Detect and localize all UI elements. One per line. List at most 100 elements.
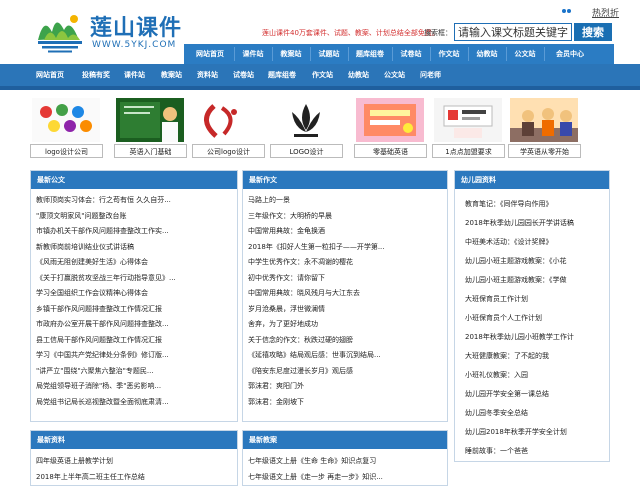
list-item[interactable]: 2018年秋季幼儿园园长开学讲话稿 xyxy=(455,214,609,233)
list-item[interactable]: 关于信念的作文：秋跌过硬的翅膀 xyxy=(243,333,447,349)
list-item[interactable]: 中班美术活动：《设计奖牌》 xyxy=(455,233,609,252)
list-item[interactable]: 2018年《扣好人生第一粒扣子——开学第... xyxy=(243,240,447,256)
list-item[interactable]: 睡前故事：一个爸爸 xyxy=(455,442,609,461)
list-item[interactable]: 四年级英语上册教学计划 xyxy=(31,453,237,469)
slogan-text: 莲山课件40万套课件、试题、教案、计划总结全部免费。 xyxy=(262,29,439,37)
kindergarten-panel: 幼儿园资料 教育笔记：《同伴导向作用》 2018年秋季幼儿园园长开学讲话稿 中班… xyxy=(454,170,610,462)
promo-item[interactable]: 零基础英语 xyxy=(354,98,427,162)
search-button[interactable]: 搜索 xyxy=(574,23,612,41)
main-nav-home[interactable]: 网站首页 xyxy=(36,64,64,86)
list-item[interactable]: 市政府办公室开展干部作风问题排查整改... xyxy=(31,317,237,333)
promo-item[interactable]: 学英语从零开始 xyxy=(508,98,581,162)
list-item[interactable]: 《陪安东尼度过漫长岁月》观后感 xyxy=(243,364,447,380)
promo-caption: 公司logo设计 xyxy=(192,144,265,158)
main-nav-ask-teacher[interactable]: 问老师 xyxy=(420,64,441,86)
top-nav-member-center[interactable]: 会员中心 xyxy=(548,44,592,64)
list-item[interactable]: "康顶文明家风"问题整改台账 xyxy=(31,209,237,225)
top-nav-question-bank[interactable]: 题库组卷 xyxy=(350,44,390,64)
lotus-mountain-logo-icon xyxy=(38,15,82,53)
top-nav-home[interactable]: 网站首页 xyxy=(188,44,232,64)
list-item[interactable]: 2018年秋季幼儿园小班教学工作计 xyxy=(455,328,609,347)
top-nav-compositions[interactable]: 作文站 xyxy=(432,44,466,64)
list-item[interactable]: 《关于打赢脱贫攻坚战三年行动指导意见》... xyxy=(31,271,237,287)
site-logo[interactable]: 莲山课件 WWW.5YKJ.COM xyxy=(34,8,194,58)
list-item[interactable]: 大班健康教案：了不起的我 xyxy=(455,347,609,366)
promo-caption: 零基础英语 xyxy=(354,144,427,158)
list-item[interactable]: 市镇办机关干部作风问题排查整改工作实... xyxy=(31,224,237,240)
panel-title: 最新公文 xyxy=(31,171,237,189)
top-nav-papers[interactable]: 试卷站 xyxy=(394,44,428,64)
list-item[interactable]: 幼儿园开学安全第一课总结 xyxy=(455,385,609,404)
main-nav-papers[interactable]: 试卷站 xyxy=(233,64,254,86)
promo-item[interactable]: logo设计公司 xyxy=(30,98,103,162)
list-item[interactable]: 《风雨无阻创建美好生活》心得体会 xyxy=(31,255,237,271)
list-item[interactable]: 幼儿园冬季安全总结 xyxy=(455,404,609,423)
list-item[interactable]: 中国常用典故：晓风残月与大江东去 xyxy=(243,286,447,302)
list-item[interactable]: 幼儿园2018年秋季开学安全计划 xyxy=(455,423,609,442)
top-nav-tests[interactable]: 试题站 xyxy=(312,44,346,64)
list-item[interactable]: "讲严立"围绕"六聚焦六整治"专题民... xyxy=(31,364,237,380)
list-item[interactable]: 岁月沧桑晨，浮世微澜情 xyxy=(243,302,447,318)
promo-item[interactable]: 1点点加盟要求 xyxy=(432,98,505,162)
list-item[interactable]: 小班保育员个人工作计划 xyxy=(455,309,609,328)
logo-subtitle: WWW.5YKJ.COM xyxy=(92,40,177,50)
list-item[interactable]: 三年级作文：大明桥的早晨 xyxy=(243,209,447,225)
list-item[interactable]: 马路上的一景 xyxy=(243,193,447,209)
list-item[interactable]: 2018年上半年高二班主任工作总结 xyxy=(31,469,237,485)
search-input[interactable] xyxy=(454,23,572,41)
nav-divider xyxy=(0,86,640,90)
top-nav-courseware[interactable]: 课件站 xyxy=(236,44,270,64)
list-item[interactable]: 七年级语文上册《生命 生命》知识点复习 xyxy=(243,453,447,469)
promo-image xyxy=(272,98,340,142)
top-nav-lesson-plans[interactable]: 教案站 xyxy=(274,44,308,64)
main-nav-compositions[interactable]: 作文站 xyxy=(312,64,333,86)
panel-title: 最新作文 xyxy=(243,171,447,189)
list-item[interactable]: 学习全国组织工作会议精神心得体会 xyxy=(31,286,237,302)
list-item[interactable]: 郭沫君：金刚坡下 xyxy=(243,395,447,411)
main-nav-documents[interactable]: 公文站 xyxy=(384,64,405,86)
promo-item[interactable]: LOGO设计 xyxy=(270,98,343,162)
list-item[interactable]: 中学生优秀作文：永不凋谢的樱花 xyxy=(243,255,447,271)
list-item[interactable]: 幼儿园小班主题游戏教案：《小花 xyxy=(455,252,609,271)
latest-lessons-panel: 最新教案 七年级语文上册《生命 生命》知识点复习 七年级语文上册《走一步 再走一… xyxy=(242,430,448,486)
main-nav-courseware[interactable]: 课件站 xyxy=(124,64,145,86)
list-item[interactable]: 局党组书记局长巡视整改暨全面彻底肃清... xyxy=(31,395,237,411)
top-nav-documents[interactable]: 公文站 xyxy=(508,44,542,64)
promo-item[interactable]: 公司logo设计 xyxy=(192,98,265,162)
hot-link[interactable]: 热烈折 xyxy=(592,6,619,19)
top-nav-preschool[interactable]: 幼教站 xyxy=(470,44,504,64)
list-item[interactable]: 大班保育员工作计划 xyxy=(455,290,609,309)
list-item[interactable]: 幼儿园小班主题游戏教案：《学做 xyxy=(455,271,609,290)
main-nav-lesson-plans[interactable]: 教案站 xyxy=(161,64,182,86)
promo-caption: 英语入门基础 xyxy=(114,144,187,158)
promo-image xyxy=(356,98,424,142)
main-nav-submit[interactable]: 投稿有奖 xyxy=(82,64,110,86)
promo-caption: logo设计公司 xyxy=(30,144,103,158)
list-item[interactable]: 教师顶岗实习体会：行之苟有恒 久久自芬... xyxy=(31,193,237,209)
promo-image xyxy=(194,98,262,142)
list-item[interactable]: 教育笔记：《同伴导向作用》 xyxy=(455,195,609,214)
list-item[interactable]: 中国常用典故：金龟换酒 xyxy=(243,224,447,240)
panel-title: 最新教案 xyxy=(243,431,447,449)
latest-compositions-panel: 最新作文 马路上的一景 三年级作文：大明桥的早晨 中国常用典故：金龟换酒 201… xyxy=(242,170,448,422)
list-item[interactable]: 七年级语文上册《走一步 再走一步》知识... xyxy=(243,469,447,485)
main-nav: 网站首页 投稿有奖 课件站 教案站 资料站 试卷站 题库组卷 作文站 幼教站 公… xyxy=(0,64,640,86)
main-nav-preschool[interactable]: 幼教站 xyxy=(348,64,369,86)
list-item[interactable]: 局党组领导班子消除"杨、季"恶劣影响... xyxy=(31,379,237,395)
promo-item[interactable]: 英语入门基础 xyxy=(114,98,187,162)
site-header: 莲山课件 WWW.5YKJ.COM 热烈折 莲山课件40万套课件、试题、教案、计… xyxy=(0,0,640,64)
list-item[interactable]: 新教师岗前培训结业仪式讲话稿 xyxy=(31,240,237,256)
list-item[interactable]: 学习《中国共产党纪律处分条例》修订版... xyxy=(31,348,237,364)
qq-icon[interactable] xyxy=(562,6,572,16)
list-item[interactable]: 舍弃，为了更好地成功 xyxy=(243,317,447,333)
main-nav-question-bank[interactable]: 题库组卷 xyxy=(268,64,296,86)
main-nav-materials[interactable]: 资料站 xyxy=(197,64,218,86)
latest-essays-panel: 最新公文 教师顶岗实习体会：行之苟有恒 久久自芬... "康顶文明家风"问题整改… xyxy=(30,170,238,422)
list-item[interactable]: 《延禧攻略》结局观后感：世事沉到结局... xyxy=(243,348,447,364)
list-item[interactable]: 县工信局干部作风问题整改工作情况汇报 xyxy=(31,333,237,349)
latest-materials-list: 四年级英语上册教学计划 2018年上半年高二班主任工作总结 xyxy=(31,453,237,485)
list-item[interactable]: 郭沫君：爽阳门外 xyxy=(243,379,447,395)
list-item[interactable]: 小班礼仪教案：入园 xyxy=(455,366,609,385)
list-item[interactable]: 乡镇干部作风问题排查整改工作情况汇报 xyxy=(31,302,237,318)
list-item[interactable]: 初中优秀作文：请你留下 xyxy=(243,271,447,287)
